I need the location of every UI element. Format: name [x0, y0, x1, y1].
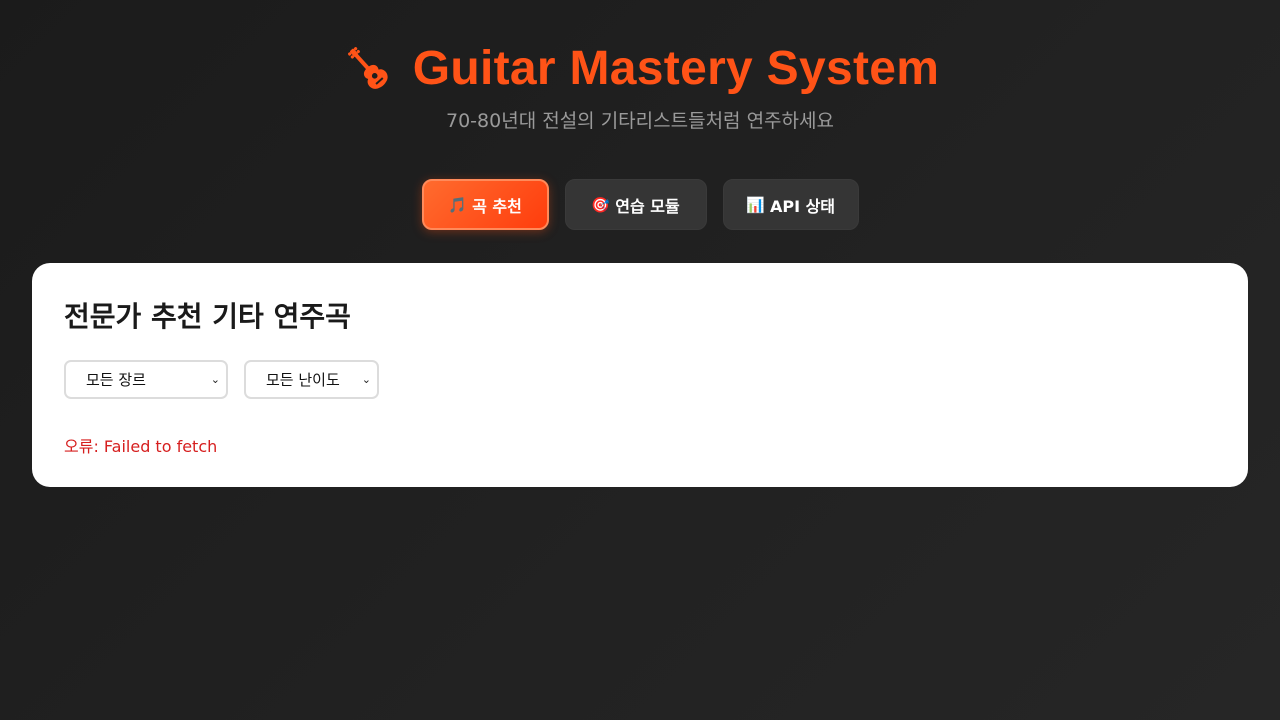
guitar-icon: [341, 42, 393, 94]
filter-bar: 모든 장르 ⌄ 모든 난이도 ⌄: [64, 360, 1216, 399]
title-row: Guitar Mastery System: [0, 38, 1280, 98]
recommendation-panel: 전문가 추천 기타 연주곡 모든 장르 ⌄ 모든 난이도 ⌄ 오류: Faile…: [32, 263, 1248, 487]
tab-song-recommendation[interactable]: 🎵 곡 추천: [421, 179, 549, 230]
genre-select-value: 모든 장르: [86, 371, 146, 389]
tab-label: 곡 추천: [472, 196, 522, 216]
panel-title: 전문가 추천 기타 연주곡: [64, 300, 351, 333]
app-title: Guitar Mastery System: [412, 41, 940, 95]
bar-chart-icon: 📊: [745, 195, 765, 214]
music-note-icon: 🎵: [448, 195, 467, 214]
chevron-down-icon: ⌄: [210, 373, 220, 386]
error-message: 오류: Failed to fetch: [64, 437, 218, 456]
tab-bar: 🎵 곡 추천 🎯 연습 모듈 📊 API 상태: [0, 179, 1280, 230]
difficulty-select-value: 모든 난이도: [266, 371, 340, 389]
tab-label: API 상태: [769, 196, 836, 216]
genre-select[interactable]: 모든 장르 ⌄: [64, 360, 228, 399]
tab-label: 연습 모듈: [615, 196, 680, 216]
app-subtitle: 70-80년대 전설의 기타리스트들처럼 연주하세요: [446, 110, 834, 132]
tab-practice-module[interactable]: 🎯 연습 모듈: [564, 179, 707, 230]
chevron-down-icon: ⌄: [361, 373, 371, 386]
tab-api-status[interactable]: 📊 API 상태: [722, 179, 859, 230]
target-icon: 🎯: [591, 195, 610, 214]
difficulty-select[interactable]: 모든 난이도 ⌄: [244, 360, 379, 399]
app-header: Guitar Mastery System 70-80년대 전설의 기타리스트들…: [0, 38, 1280, 133]
